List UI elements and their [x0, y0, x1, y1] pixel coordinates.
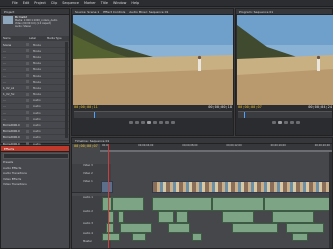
audio-clip[interactable] [292, 233, 308, 241]
timeline-scrollbar[interactable] [329, 152, 332, 248]
source-transport-controls [102, 120, 202, 125]
menu-edit[interactable]: Edit [23, 1, 30, 5]
project-info: Bcms02 Media: 1:000:1:1000_codecs_Audio … [15, 15, 69, 28]
program-timecode-duration: 00;00;04;24 [308, 105, 332, 109]
source-mini-timeline[interactable] [74, 111, 232, 118]
tab-project[interactable]: Project [4, 10, 14, 14]
audio-clip[interactable] [222, 211, 254, 223]
audio-clip[interactable] [272, 211, 314, 223]
play-icon[interactable] [147, 121, 151, 124]
step-forward-icon[interactable] [284, 121, 288, 124]
tab-effect-controls[interactable]: Effect Controls [103, 10, 125, 14]
menu-sequence[interactable]: Sequence [62, 1, 79, 5]
insert-icon[interactable] [165, 121, 169, 124]
loop-icon[interactable] [159, 121, 163, 124]
menu-bar: File Edit Project Clip Sequence Marker T… [0, 0, 333, 7]
source-timecode-in[interactable]: 00;00;00;11 [74, 105, 98, 109]
tab-effects[interactable]: Effects [4, 147, 14, 151]
effects-tabbar: Effects [1, 146, 69, 152]
extract-icon[interactable] [296, 121, 300, 124]
audio-clip[interactable] [112, 197, 144, 211]
audio-clip[interactable] [102, 233, 120, 241]
mark-out-icon[interactable] [135, 121, 139, 124]
menu-file[interactable]: File [12, 1, 18, 5]
track-header-master[interactable]: Master [72, 240, 111, 249]
audio-clip[interactable] [168, 223, 190, 233]
project-column-header: Name Label Media Type [1, 36, 69, 41]
source-timecode-duration: 00;00;00;18 [208, 105, 232, 109]
source-monitor: Source: Scene 1 Effect Controls Audio Mi… [71, 8, 234, 136]
program-monitor: Program: Sequence 01 00;00;00;07 00;00;0… [235, 8, 333, 136]
project-panel: Project Bcms02 Media: 1:000:1:1000_codec… [0, 8, 70, 172]
source-timecode-row: 00;00;00;11 00;00;00;18 [74, 105, 232, 109]
program-mini-timeline[interactable] [238, 111, 332, 118]
timeline-timecode[interactable]: 00;00;00;07 [74, 144, 98, 148]
menu-project[interactable]: Project [34, 1, 46, 5]
program-transport-controls [246, 120, 326, 125]
step-back-icon[interactable] [272, 121, 276, 124]
tab-program[interactable]: Program: Sequence 01 [239, 10, 273, 14]
video-clip[interactable] [152, 181, 332, 193]
timeline-panel: Timeline: Sequence 01 00;00;00;07 00;00 … [71, 137, 333, 249]
source-video-frame [73, 15, 233, 105]
audio-clip[interactable] [192, 233, 202, 241]
project-thumbnail [3, 16, 13, 24]
audio-clip[interactable] [132, 233, 146, 241]
menu-marker[interactable]: Marker [84, 1, 96, 5]
program-timecode-in[interactable]: 00;00;00;07 [238, 105, 262, 109]
menu-help[interactable]: Help [131, 1, 139, 5]
lift-icon[interactable] [290, 121, 294, 124]
audio-clip[interactable] [286, 223, 324, 233]
col-name[interactable]: Name [1, 37, 29, 40]
menu-clip[interactable]: Clip [51, 1, 57, 5]
step-forward-icon[interactable] [153, 121, 157, 124]
program-video-frame [237, 15, 333, 105]
col-label[interactable]: Label [29, 37, 47, 40]
audio-clip[interactable] [264, 197, 332, 211]
work-area-bar[interactable] [100, 150, 332, 152]
timeline-playhead-icon[interactable] [108, 144, 109, 248]
audio-clip[interactable] [152, 197, 212, 211]
play-icon[interactable] [278, 121, 282, 124]
audio-clip[interactable] [118, 211, 124, 223]
col-media-type[interactable]: Media Type [47, 37, 62, 40]
effects-search-input[interactable] [3, 153, 69, 159]
effects-panel: Effects Presets Audio Effects Audio Tran… [0, 145, 70, 249]
audio-clip[interactable] [102, 197, 112, 211]
project-info-line: Audio: Stereo [15, 25, 32, 28]
source-playhead-icon[interactable] [94, 112, 95, 118]
tab-timeline[interactable]: Timeline: Sequence 01 [75, 139, 109, 143]
step-back-icon[interactable] [141, 121, 145, 124]
program-timecode-row: 00;00;00;07 00;00;04;24 [238, 105, 332, 109]
mark-in-icon[interactable] [129, 121, 133, 124]
audio-clip[interactable] [232, 223, 278, 233]
menu-title[interactable]: Title [101, 1, 108, 5]
audio-clip[interactable] [120, 223, 152, 233]
audio-clip[interactable] [158, 211, 174, 223]
effects-list: Presets Audio Effects Audio Transitions … [3, 160, 67, 188]
program-playhead-icon[interactable] [244, 112, 245, 118]
overlay-icon[interactable] [171, 121, 175, 124]
tab-source[interactable]: Source: Scene 1 [75, 10, 99, 14]
video-clip[interactable] [101, 181, 113, 193]
effects-item-video-transitions[interactable]: Video Transitions [3, 182, 67, 188]
audio-clip[interactable] [176, 211, 188, 223]
project-scrollbar[interactable] [65, 42, 68, 138]
menu-window[interactable]: Window [113, 1, 126, 5]
audio-clip[interactable] [212, 197, 264, 211]
tab-audio-mixer[interactable]: Audio Mixer: Sequence 01 [129, 10, 168, 14]
